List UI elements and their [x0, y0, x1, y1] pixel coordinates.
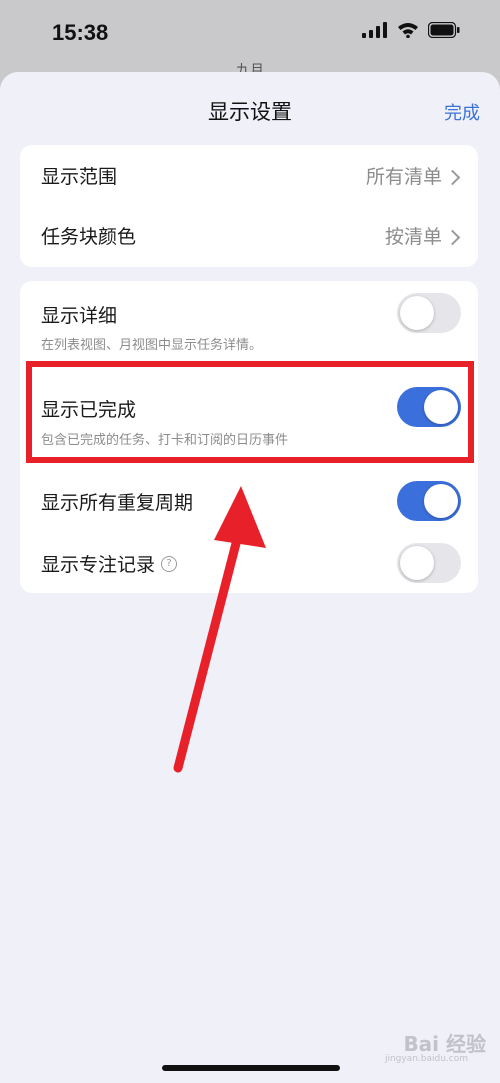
annotation-arrow [173, 486, 266, 773]
home-indicator[interactable] [162, 1065, 340, 1071]
watermark-logo: Bai 经验 [403, 1032, 486, 1056]
watermark-url: jingyan.baidu.com [384, 1054, 468, 1064]
